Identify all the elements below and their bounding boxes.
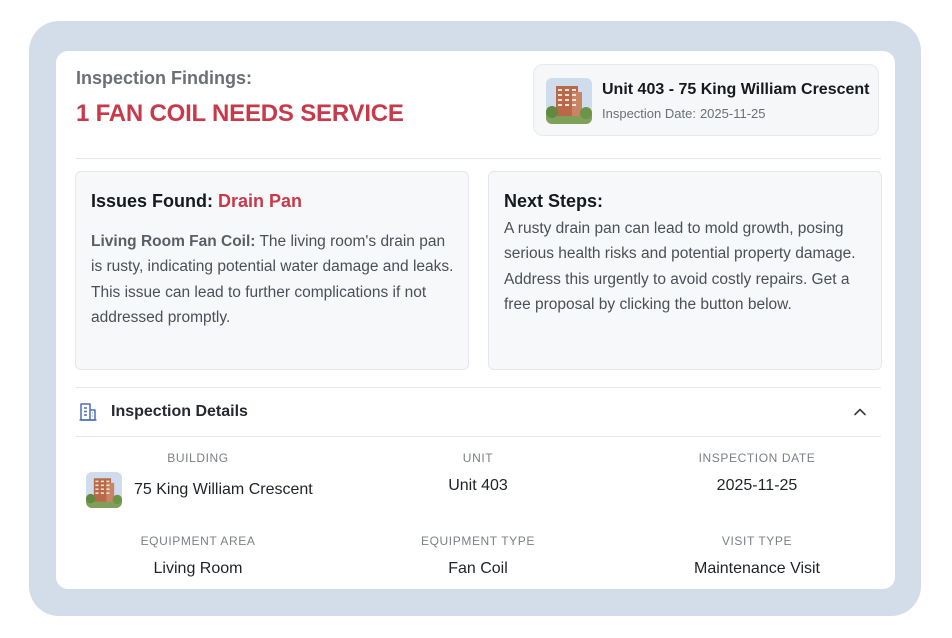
field-equipment-area: EQUIPMENT AREA Living Room	[58, 534, 338, 578]
chevron-up-icon[interactable]	[853, 405, 867, 424]
field-label-unit: UNIT	[462, 451, 494, 465]
inspection-details-toggle[interactable]: Inspection Details	[76, 388, 881, 436]
building-name: 75 King William Crescent	[134, 481, 313, 498]
unit-inspection-date: Inspection Date: 2025-11-25	[602, 106, 766, 121]
field-visit-type: VISIT TYPE Maintenance Visit	[617, 534, 895, 578]
unit-summary-card: Unit 403 - 75 King William Crescent Insp…	[533, 64, 879, 136]
field-label-equipment-type: EQUIPMENT TYPE	[421, 534, 535, 548]
inspection-date-label: Inspection Date:	[602, 106, 696, 121]
field-label-equipment-area: EQUIPMENT AREA	[140, 534, 256, 548]
field-label-inspection-date: INSPECTION DATE	[698, 451, 816, 465]
next-steps-panel: Next Steps: A rusty drain pan can lead t…	[488, 171, 882, 370]
details-divider-bottom	[76, 436, 881, 437]
building-icon	[78, 402, 98, 427]
field-value-inspection-date: 2025-11-25	[716, 477, 798, 494]
field-unit: UNIT Unit 403	[338, 451, 618, 495]
issue-name: Drain Pan	[218, 191, 303, 211]
next-steps-text: A rusty drain pan can lead to mold growt…	[504, 220, 856, 313]
field-value-equipment-type: Fan Coil	[448, 560, 508, 577]
unit-title: Unit 403 - 75 King William Crescent	[602, 81, 870, 98]
issues-panel: Issues Found: Drain Pan Living Room Fan C…	[75, 171, 469, 370]
field-value-unit: Unit 403	[448, 477, 508, 494]
inspection-date-value: 2025-11-25	[699, 106, 766, 121]
issues-heading-label: Issues Found:	[91, 191, 214, 211]
building-thumbnail	[86, 472, 122, 508]
issues-description: Living Room Fan Coil: The living room's d…	[91, 229, 459, 330]
header-divider	[76, 158, 881, 159]
field-value-visit-type: Maintenance Visit	[694, 560, 820, 577]
findings-title: 1 FAN COIL NEEDS SERVICE	[76, 100, 404, 127]
field-building: BUILDING	[58, 451, 338, 465]
field-label-building: BUILDING	[167, 451, 229, 465]
issue-location: Living Room Fan Coil:	[91, 233, 256, 250]
next-steps-heading: Next Steps:	[504, 191, 604, 211]
field-inspection-date: INSPECTION DATE 2025-11-25	[617, 451, 895, 495]
details-title: Inspection Details	[111, 403, 248, 420]
field-value-equipment-area: Living Room	[153, 560, 243, 577]
field-equipment-type: EQUIPMENT TYPE Fan Coil	[338, 534, 618, 578]
field-label-visit-type: VISIT TYPE	[721, 534, 793, 548]
findings-label: Inspection Findings:	[76, 68, 252, 88]
building-photo	[546, 78, 592, 124]
inspection-card: Inspection Findings: 1 FAN COIL NEEDS SE…	[56, 51, 895, 589]
issues-heading: Issues Found: Drain Pan	[91, 191, 302, 212]
